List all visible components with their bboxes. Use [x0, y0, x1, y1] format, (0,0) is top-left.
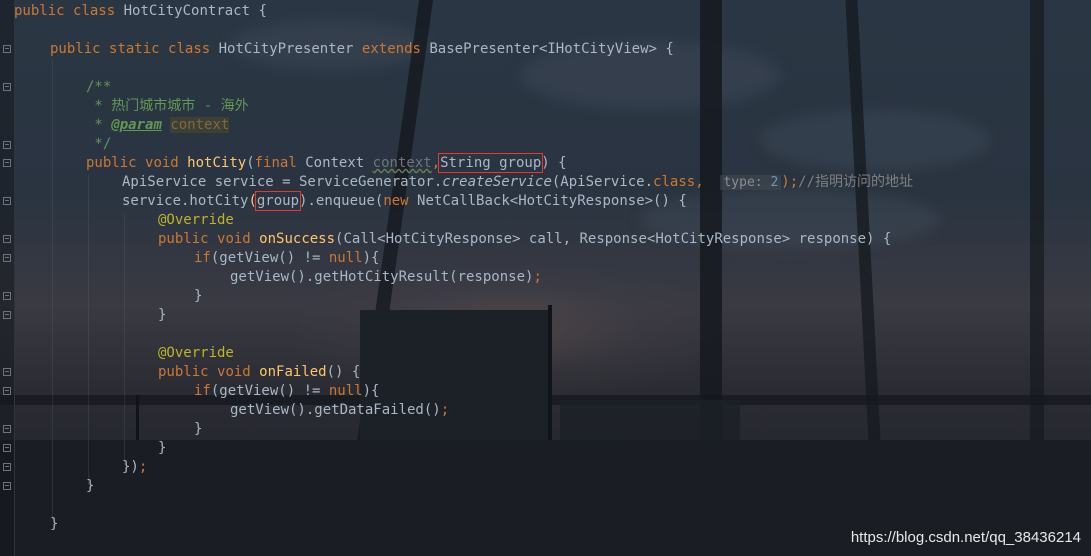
code-line: public void hotCity(final Context contex… [86, 153, 567, 173]
doc-comment: /** [86, 79, 112, 95]
fold-marker[interactable] [3, 159, 11, 167]
fold-marker[interactable] [3, 444, 11, 452]
editor-background-image [0, 0, 1091, 556]
highlighted-argument: group [254, 191, 302, 211]
code-line: }); [122, 459, 148, 475]
code-line: ApiService service = ServiceGenerator.cr… [122, 174, 913, 190]
fold-marker[interactable] [3, 387, 11, 395]
fold-marker[interactable] [3, 83, 11, 91]
fold-marker[interactable] [3, 482, 11, 490]
annotation: @Override [158, 212, 234, 228]
code-line: } [158, 307, 167, 323]
parameter-hint: type: 2 [720, 175, 782, 190]
code-line: public static class HotCityPresenter ext… [50, 41, 674, 57]
fold-marker[interactable] [3, 45, 11, 53]
fold-marker[interactable] [3, 235, 11, 243]
fold-marker[interactable] [3, 197, 11, 205]
fold-marker[interactable] [3, 311, 11, 319]
code-line: } [194, 288, 203, 304]
code-line: } [50, 516, 59, 532]
code-line: } [194, 421, 203, 437]
highlighted-parameter: String group [438, 153, 544, 173]
fold-marker[interactable] [3, 254, 11, 262]
code-line: getView().getHotCityResult(response); [230, 269, 542, 285]
code-line: service.hotCity(group).enqueue(new NetCa… [122, 191, 687, 211]
code-line: public void onSuccess(Call<HotCityRespon… [158, 231, 892, 247]
code-line: getView().getDataFailed(); [230, 402, 450, 418]
fold-marker[interactable] [3, 141, 11, 149]
fold-marker[interactable] [3, 292, 11, 300]
doc-comment: */ [86, 136, 112, 152]
annotation: @Override [158, 345, 234, 361]
fold-marker[interactable] [3, 425, 11, 433]
doc-comment: * @param context [86, 117, 230, 133]
code-line: if(getView() != null){ [194, 383, 380, 399]
fold-marker[interactable] [3, 368, 11, 376]
editor-gutter [0, 0, 15, 556]
fold-marker[interactable] [3, 463, 11, 471]
code-line: } [158, 440, 167, 456]
code-line: if(getView() != null){ [194, 250, 380, 266]
watermark-url: https://blog.csdn.net/qq_38436214 [850, 529, 1081, 546]
code-line: } [86, 478, 95, 494]
code-line: public class HotCityContract { [14, 3, 267, 19]
code-line: public void onFailed() { [158, 364, 361, 380]
doc-comment: * 热门城市城市 - 海外 [86, 98, 249, 114]
